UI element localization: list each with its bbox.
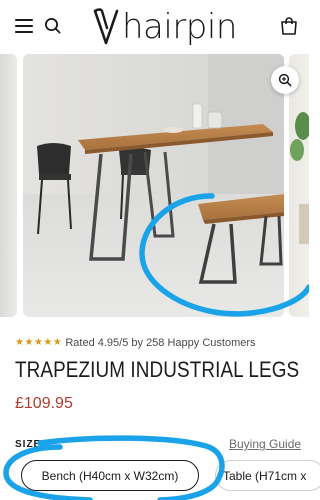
brand-logo[interactable]: hairpin	[92, 6, 237, 48]
size-label: SIZE	[15, 439, 42, 450]
previous-product-image[interactable]	[0, 54, 17, 317]
buying-guide-link[interactable]: Buying Guide	[229, 437, 301, 451]
logo-text: hairpin	[122, 7, 237, 47]
star-icon: ★	[24, 337, 34, 348]
star-icon: ★	[33, 337, 43, 348]
product-price: £109.95	[15, 395, 73, 412]
size-option-bench[interactable]: Bench (H40cm x W32cm)	[21, 460, 199, 491]
product-rating[interactable]: ★ ★ ★ ★ ★ Rated 4.95/5 by 258 Happy Cust…	[15, 336, 256, 350]
size-option-table[interactable]: Table (H71cm x	[215, 460, 320, 491]
star-icon: ★	[52, 337, 62, 348]
hairpin-logo-mark-icon	[93, 8, 119, 45]
rating-text: Rated 4.95/5 by 258 Happy Customers	[65, 337, 256, 349]
product-image-gallery[interactable]	[0, 54, 309, 319]
rating-stars: ★ ★ ★ ★ ★	[15, 337, 62, 349]
site-header: hairpin	[0, 0, 309, 54]
star-icon: ★	[43, 337, 53, 348]
hamburger-menu-icon[interactable]	[15, 19, 33, 33]
product-title: TRAPEZIUM INDUSTRIAL LEGS	[15, 357, 300, 382]
product-image[interactable]	[23, 54, 284, 317]
next-product-image[interactable]	[289, 54, 309, 317]
zoom-in-icon	[278, 73, 292, 87]
product-photo-scene	[23, 54, 284, 317]
shopping-bag-icon[interactable]	[279, 16, 299, 36]
search-icon[interactable]	[44, 17, 62, 35]
zoom-button[interactable]	[271, 66, 299, 94]
plant-decor	[290, 112, 309, 244]
star-icon: ★	[15, 337, 24, 348]
